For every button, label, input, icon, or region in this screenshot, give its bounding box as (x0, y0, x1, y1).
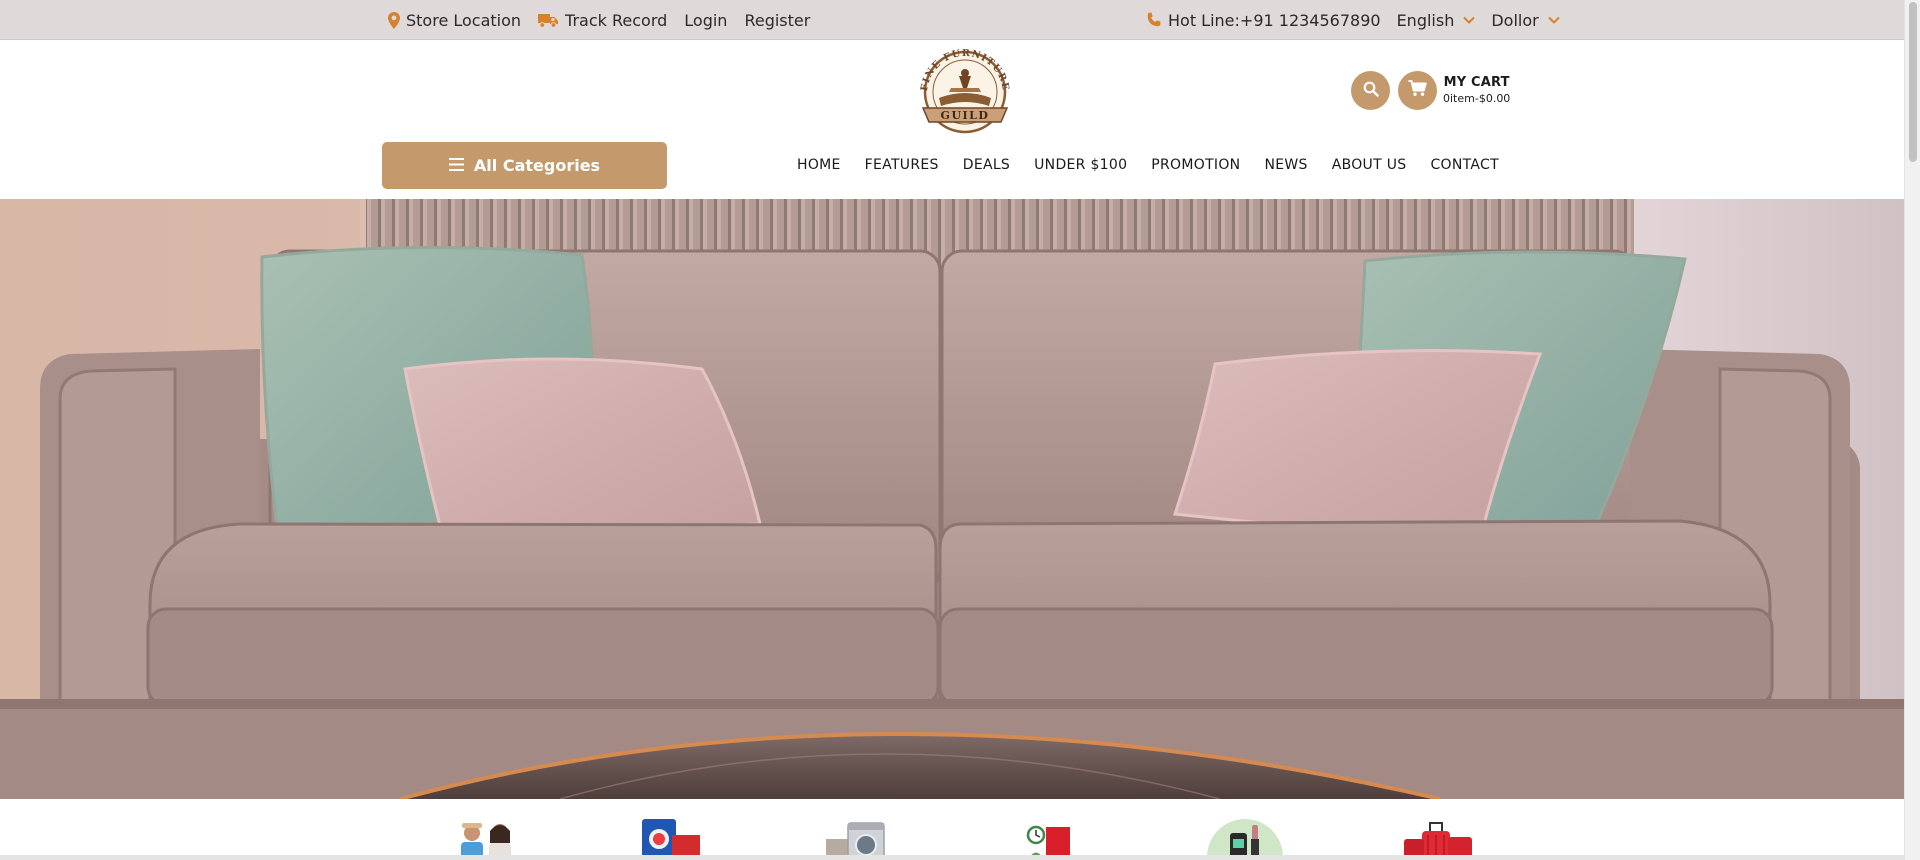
nav-promotion[interactable]: PROMOTION (1151, 157, 1240, 173)
hero-banner[interactable] (0, 199, 1904, 799)
svg-text:GUILD: GUILD (941, 109, 990, 122)
login-label: Login (684, 10, 728, 30)
truck-icon (538, 13, 559, 28)
hotline[interactable]: Hot Line:+91 1234567890 (1146, 11, 1381, 30)
nav-news[interactable]: NEWS (1264, 157, 1307, 173)
washing-machine-icon (826, 822, 885, 860)
all-categories-label: All Categories (473, 156, 601, 175)
category-icon-strip (0, 799, 1904, 860)
cart-summary[interactable]: MY CART 0item-$0.00 (1443, 75, 1510, 106)
top-bar: Store Location Track Record Login Regist… (0, 0, 1904, 40)
hamburger-icon (448, 156, 464, 175)
nav-about-us[interactable]: ABOUT US (1332, 157, 1407, 173)
vertical-scrollbar-thumb[interactable] (1909, 2, 1917, 162)
language-selector[interactable]: English (1397, 11, 1476, 30)
search-icon (1363, 81, 1379, 101)
fashion-people-icon (461, 823, 511, 860)
store-location-link[interactable]: Store Location (388, 11, 521, 30)
login-link[interactable]: Login (684, 11, 727, 30)
chevron-down-icon (1463, 16, 1476, 24)
all-categories-button[interactable]: All Categories (382, 142, 667, 189)
hotline-label: Hot Line:+91 1234567890 (1168, 10, 1381, 30)
nav-home[interactable]: HOME (797, 157, 841, 173)
home-decor-icon (1026, 825, 1070, 860)
site-logo[interactable]: FINE FURNITURE GUILD (909, 48, 1021, 134)
currency-value: Dollor (1491, 10, 1539, 30)
hero-sofa-image (0, 199, 1904, 799)
currency-selector[interactable]: Dollor (1491, 10, 1560, 30)
store-location-label: Store Location (406, 10, 522, 30)
vertical-scrollbar[interactable] (1904, 0, 1920, 860)
nav-under-100[interactable]: UNDER $100 (1034, 157, 1127, 173)
register-label: Register (744, 10, 811, 30)
main-nav: HOME FEATURES DEALS UNDER $100 PROMOTION… (797, 152, 1499, 178)
map-pin-icon (388, 11, 400, 29)
category-luggage[interactable] (1400, 819, 1482, 860)
cart-button[interactable] (1398, 71, 1437, 110)
nav-deals[interactable]: DEALS (963, 157, 1010, 173)
category-grocery[interactable] (630, 819, 712, 860)
category-home-decor[interactable] (1012, 819, 1094, 860)
cart-total: 0item-$0.00 (1443, 91, 1511, 105)
horizontal-scrollbar[interactable] (0, 855, 1904, 860)
nav-features[interactable]: FEATURES (865, 157, 939, 173)
search-button[interactable] (1351, 71, 1390, 110)
top-bar-right: Hot Line:+91 1234567890 English Dollor (1146, 0, 1560, 40)
nav-contact[interactable]: CONTACT (1430, 157, 1499, 173)
cart-icon (1408, 80, 1427, 101)
register-link[interactable]: Register (744, 11, 810, 30)
category-appliances[interactable] (820, 819, 902, 860)
chevron-down-icon (1548, 16, 1560, 24)
top-bar-left: Store Location Track Record Login Regist… (388, 0, 810, 40)
cart-title: MY CART (1443, 74, 1510, 90)
category-beauty[interactable] (1204, 819, 1286, 860)
track-record-link[interactable]: Track Record (538, 11, 667, 30)
language-value: English (1396, 10, 1455, 30)
beauty-cosmetics-icon (1207, 819, 1283, 860)
category-fashion[interactable] (448, 819, 530, 860)
phone-icon (1146, 12, 1162, 28)
grocery-box-icon (642, 819, 700, 860)
header-actions: MY CART 0item-$0.00 (1351, 71, 1510, 110)
track-record-label: Track Record (565, 10, 668, 30)
luggage-icon (1404, 822, 1472, 860)
